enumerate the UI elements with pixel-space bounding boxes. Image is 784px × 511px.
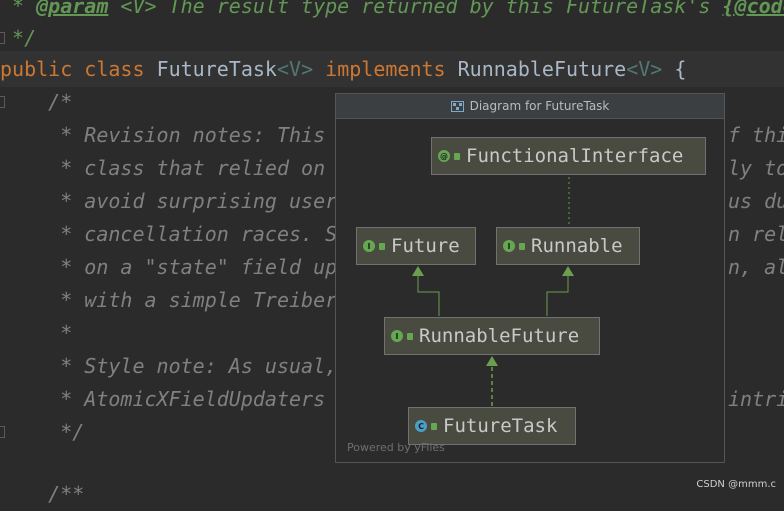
node-label: RunnableFuture: [419, 325, 580, 347]
extends-edge-future: [417, 274, 440, 316]
comment-line[interactable]: * cancellation races. S: [0, 218, 337, 251]
comment-line[interactable]: * with a simple Treiber: [0, 284, 337, 317]
comment-line[interactable]: * AtomicXFieldUpdaters: [0, 383, 325, 416]
node-label: Runnable: [531, 235, 623, 257]
code-line-javadoc-open[interactable]: /**: [0, 478, 84, 511]
node-label: FunctionalInterface: [466, 145, 684, 167]
interface-icon: I: [503, 240, 515, 252]
powered-by-footer: Powered by yFiles: [347, 441, 445, 454]
fold-marker-icon[interactable]: [0, 426, 5, 438]
interface-icon: I: [363, 240, 375, 252]
fold-marker-icon[interactable]: [0, 96, 5, 108]
comment-line[interactable]: * avoid surprising user: [0, 185, 337, 218]
node-future-task[interactable]: C FutureTask: [408, 407, 576, 445]
arrowhead-icon: [412, 266, 424, 276]
watermark: CSDN @mmm.c: [696, 479, 776, 490]
comment-line[interactable]: /*: [0, 86, 72, 119]
annotation-icon: @: [438, 150, 450, 162]
node-label: FutureTask: [443, 415, 558, 437]
node-functional-interface[interactable]: @ FunctionalInterface: [431, 137, 706, 175]
comment-line[interactable]: * Revision notes: This: [0, 119, 325, 152]
public-lock-icon: [454, 152, 460, 160]
public-lock-icon: [379, 242, 385, 250]
comment-line-tail: us du: [728, 189, 784, 213]
comment-line[interactable]: *: [0, 317, 72, 350]
fold-marker-icon[interactable]: [0, 32, 5, 44]
interface-icon: I: [391, 330, 403, 342]
public-lock-icon: [519, 242, 525, 250]
comment-line[interactable]: * on a "state" field up: [0, 251, 337, 284]
extends-edge-runnable: [546, 274, 569, 316]
public-lock-icon: [431, 422, 437, 430]
class-icon: C: [415, 420, 427, 432]
javadoc-param-tag: @param: [36, 0, 109, 18]
node-future[interactable]: I Future: [356, 227, 476, 265]
comment-line-tail: ly to: [728, 156, 784, 180]
comment-line-tail: n, al: [728, 255, 784, 279]
public-lock-icon: [407, 332, 413, 340]
comment-line[interactable]: */: [0, 416, 84, 449]
arrowhead-icon: [486, 356, 498, 366]
node-runnable-future[interactable]: I RunnableFuture: [384, 317, 600, 355]
comment-line[interactable]: * Style note: As usual,: [0, 350, 337, 383]
comment-line[interactable]: * class that relied on: [0, 152, 325, 185]
comment-line-tail: f thi: [728, 123, 784, 147]
code-line-comment-close[interactable]: */: [0, 22, 36, 55]
comment-line-tail: n rel: [728, 222, 784, 246]
code-line-class-declaration[interactable]: public class FutureTask<V> implements Ru…: [0, 53, 686, 86]
arrowhead-icon: [562, 266, 574, 276]
comment-line-tail: intri: [728, 387, 784, 411]
code-line-javadoc-param[interactable]: * @param <V> The result type returned by…: [0, 0, 784, 23]
node-label: Future: [391, 235, 460, 257]
diagram-popup[interactable]: Diagram for FutureTask @ FunctionalInter…: [335, 93, 725, 463]
node-runnable[interactable]: I Runnable: [496, 227, 640, 265]
